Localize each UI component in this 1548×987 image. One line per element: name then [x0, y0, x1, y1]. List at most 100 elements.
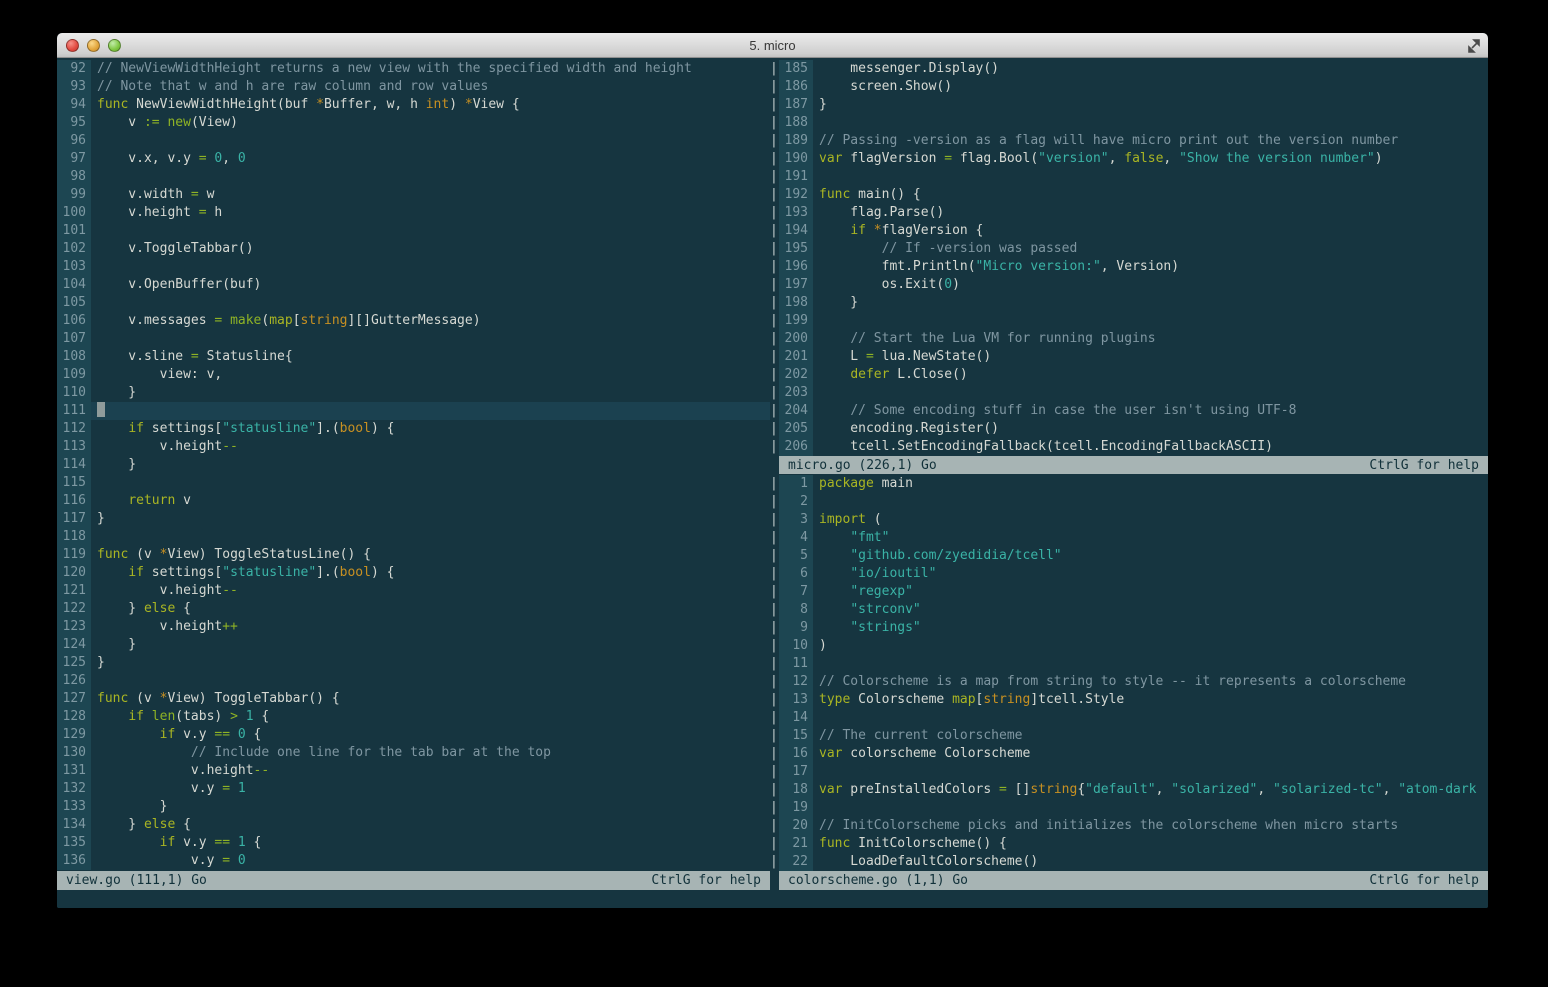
code-line[interactable]: 92// NewViewWidthHeight returns a new vi… — [57, 60, 770, 78]
code-line[interactable]: 129 if v.y == 0 { — [57, 726, 770, 744]
code-line[interactable]: 98 — [57, 168, 770, 186]
code-line[interactable]: 130 // Include one line for the tab bar … — [57, 744, 770, 762]
code-line[interactable]: 107 — [57, 330, 770, 348]
code-line[interactable]: |198 } — [770, 294, 1488, 312]
code-line[interactable]: 94func NewViewWidthHeight(buf *Buffer, w… — [57, 96, 770, 114]
code-line[interactable]: |7 "regexp" — [770, 583, 1488, 601]
code-line[interactable]: |199 — [770, 312, 1488, 330]
code-line[interactable]: |192func main() { — [770, 186, 1488, 204]
code-line[interactable]: 106 v.messages = make(map[string][]Gutte… — [57, 312, 770, 330]
code-line[interactable]: |1package main — [770, 475, 1488, 493]
code-line[interactable]: 108 v.sline = Statusline{ — [57, 348, 770, 366]
code-line[interactable]: |205 encoding.Register() — [770, 420, 1488, 438]
code-line[interactable]: |206 tcell.SetEncodingFallback(tcell.Enc… — [770, 438, 1488, 456]
code-line[interactable]: 109 view: v, — [57, 366, 770, 384]
code-line[interactable]: |9 "strings" — [770, 619, 1488, 637]
code-line[interactable]: |202 defer L.Close() — [770, 366, 1488, 384]
code-line[interactable]: |196 fmt.Println("Micro version:", Versi… — [770, 258, 1488, 276]
code-line[interactable]: |193 flag.Parse() — [770, 204, 1488, 222]
code-line[interactable]: |195 // If -version was passed — [770, 240, 1488, 258]
code-line[interactable]: |14 — [770, 709, 1488, 727]
code-line[interactable]: 117} — [57, 510, 770, 528]
code-line[interactable]: 111 — [57, 402, 770, 420]
code-line[interactable]: 124 } — [57, 636, 770, 654]
code-line[interactable]: |191 — [770, 168, 1488, 186]
code-line[interactable]: 97 v.x, v.y = 0, 0 — [57, 150, 770, 168]
code-line[interactable]: 112 if settings["statusline"].(bool) { — [57, 420, 770, 438]
code-line[interactable]: |12// Colorscheme is a map from string t… — [770, 673, 1488, 691]
code-line[interactable]: 96 — [57, 132, 770, 150]
line-number: 17 — [779, 763, 813, 781]
code-line[interactable]: |18var preInstalledColors = []string{"de… — [770, 781, 1488, 799]
code-line[interactable]: |6 "io/ioutil" — [770, 565, 1488, 583]
code-line[interactable]: 134 } else { — [57, 816, 770, 834]
code-line[interactable]: |204 // Some encoding stuff in case the … — [770, 402, 1488, 420]
code-line[interactable]: |13type Colorscheme map[string]tcell.Sty… — [770, 691, 1488, 709]
code-line[interactable]: 103 — [57, 258, 770, 276]
code-line[interactable]: 122 } else { — [57, 600, 770, 618]
code-line[interactable]: |203 — [770, 384, 1488, 402]
code-line[interactable]: |11 — [770, 655, 1488, 673]
code-line[interactable]: |15// The current colorscheme — [770, 727, 1488, 745]
code-area-micro-go[interactable]: |185 messenger.Display()|186 screen.Show… — [770, 58, 1488, 456]
code-area-colorscheme-go[interactable]: |1package main|2|3import (|4 "fmt"|5 "gi… — [770, 474, 1488, 871]
zoom-button[interactable] — [108, 39, 121, 52]
close-button[interactable] — [66, 39, 79, 52]
code-line[interactable]: |200 // Start the Lua VM for running plu… — [770, 330, 1488, 348]
code-line[interactable]: |201 L = lua.NewState() — [770, 348, 1488, 366]
code-line[interactable]: |22 LoadDefaultColorscheme() — [770, 853, 1488, 871]
code-line[interactable]: 135 if v.y == 1 { — [57, 834, 770, 852]
code-line[interactable]: 101 — [57, 222, 770, 240]
minimize-button[interactable] — [87, 39, 100, 52]
code-line[interactable]: 120 if settings["statusline"].(bool) { — [57, 564, 770, 582]
code-line[interactable]: |189// Passing -version as a flag will h… — [770, 132, 1488, 150]
code-line[interactable]: |21func InitColorscheme() { — [770, 835, 1488, 853]
code-line[interactable]: 105 — [57, 294, 770, 312]
code-line[interactable]: |5 "github.com/zyedidia/tcell" — [770, 547, 1488, 565]
code-line[interactable]: |185 messenger.Display() — [770, 60, 1488, 78]
title-bar[interactable]: 5. micro — [57, 33, 1488, 58]
code-line[interactable]: |2 — [770, 493, 1488, 511]
code-line[interactable]: 110 } — [57, 384, 770, 402]
code-line[interactable]: |8 "strconv" — [770, 601, 1488, 619]
code-line[interactable]: |3import ( — [770, 511, 1488, 529]
code-line[interactable]: |194 if *flagVersion { — [770, 222, 1488, 240]
code-line[interactable]: |190var flagVersion = flag.Bool("version… — [770, 150, 1488, 168]
code-line[interactable]: 93// Note that w and h are raw column an… — [57, 78, 770, 96]
command-line[interactable] — [57, 890, 1488, 908]
code-line[interactable]: |188 — [770, 114, 1488, 132]
code-line[interactable]: 104 v.OpenBuffer(buf) — [57, 276, 770, 294]
code-line[interactable]: |10) — [770, 637, 1488, 655]
code-line[interactable]: 100 v.height = h — [57, 204, 770, 222]
resize-icon[interactable] — [1466, 38, 1482, 54]
code-line[interactable]: 115 — [57, 474, 770, 492]
code-line[interactable]: 116 return v — [57, 492, 770, 510]
code-line[interactable]: |187} — [770, 96, 1488, 114]
code-line[interactable]: 102 v.ToggleTabbar() — [57, 240, 770, 258]
code-line[interactable]: 119func (v *View) ToggleStatusLine() { — [57, 546, 770, 564]
code-line[interactable]: 123 v.height++ — [57, 618, 770, 636]
code-line[interactable]: 121 v.height-- — [57, 582, 770, 600]
code-line[interactable]: |16var colorscheme Colorscheme — [770, 745, 1488, 763]
code-line[interactable]: 125} — [57, 654, 770, 672]
code-line[interactable]: 126 — [57, 672, 770, 690]
code-line[interactable]: |197 os.Exit(0) — [770, 276, 1488, 294]
code-line[interactable]: 99 v.width = w — [57, 186, 770, 204]
statusbar-file-info: colorscheme.go (1,1) Go — [788, 873, 968, 888]
code-line[interactable]: 113 v.height-- — [57, 438, 770, 456]
code-line[interactable]: |17 — [770, 763, 1488, 781]
code-line[interactable]: 132 v.y = 1 — [57, 780, 770, 798]
code-line[interactable]: 133 } — [57, 798, 770, 816]
code-line[interactable]: 128 if len(tabs) > 1 { — [57, 708, 770, 726]
code-line[interactable]: 95 v := new(View) — [57, 114, 770, 132]
code-area-view-go[interactable]: 92// NewViewWidthHeight returns a new vi… — [57, 58, 770, 871]
code-line[interactable]: |186 screen.Show() — [770, 78, 1488, 96]
code-line[interactable]: 131 v.height-- — [57, 762, 770, 780]
code-line[interactable]: 127func (v *View) ToggleTabbar() { — [57, 690, 770, 708]
code-line[interactable]: |20// InitColorscheme picks and initiali… — [770, 817, 1488, 835]
code-line[interactable]: 118 — [57, 528, 770, 546]
code-line[interactable]: 114 } — [57, 456, 770, 474]
code-line[interactable]: 136 v.y = 0 — [57, 852, 770, 870]
code-line[interactable]: |19 — [770, 799, 1488, 817]
code-line[interactable]: |4 "fmt" — [770, 529, 1488, 547]
